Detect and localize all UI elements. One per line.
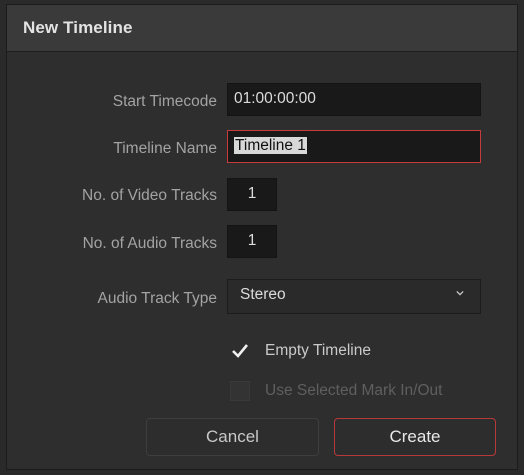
- audio-track-type-label: Audio Track Type: [97, 290, 217, 307]
- start-timecode-label: Start Timecode: [112, 93, 217, 110]
- checkmark-icon: [232, 344, 249, 358]
- video-tracks-label: No. of Video Tracks: [82, 187, 217, 204]
- use-selected-mark-label: Use Selected Mark In/Out: [265, 382, 443, 399]
- text-cursor: [306, 135, 308, 153]
- empty-timeline-checkbox[interactable]: [230, 341, 250, 361]
- audio-track-type-value: Stereo: [240, 286, 286, 303]
- dialog-title: New Timeline: [23, 18, 133, 37]
- start-timecode-input[interactable]: 01:00:00:00: [227, 83, 481, 116]
- audio-tracks-input[interactable]: 1: [227, 225, 277, 258]
- cancel-button[interactable]: Cancel: [146, 418, 319, 456]
- use-selected-mark-checkbox[interactable]: [230, 381, 250, 401]
- chevron-down-icon: [456, 290, 464, 296]
- timeline-name-value: Timeline 1: [234, 137, 307, 154]
- timeline-name-input[interactable]: Timeline 1: [227, 130, 481, 163]
- create-button[interactable]: Create: [334, 418, 496, 456]
- audio-track-type-select[interactable]: Stereo: [227, 279, 481, 314]
- empty-timeline-label: Empty Timeline: [265, 342, 371, 359]
- video-tracks-input[interactable]: 1: [227, 178, 277, 211]
- audio-tracks-label: No. of Audio Tracks: [82, 235, 217, 252]
- new-timeline-dialog: New Timeline Start Timecode 01:00:00:00 …: [6, 4, 518, 470]
- timeline-name-label: Timeline Name: [113, 140, 217, 157]
- dialog-titlebar: New Timeline: [7, 5, 517, 52]
